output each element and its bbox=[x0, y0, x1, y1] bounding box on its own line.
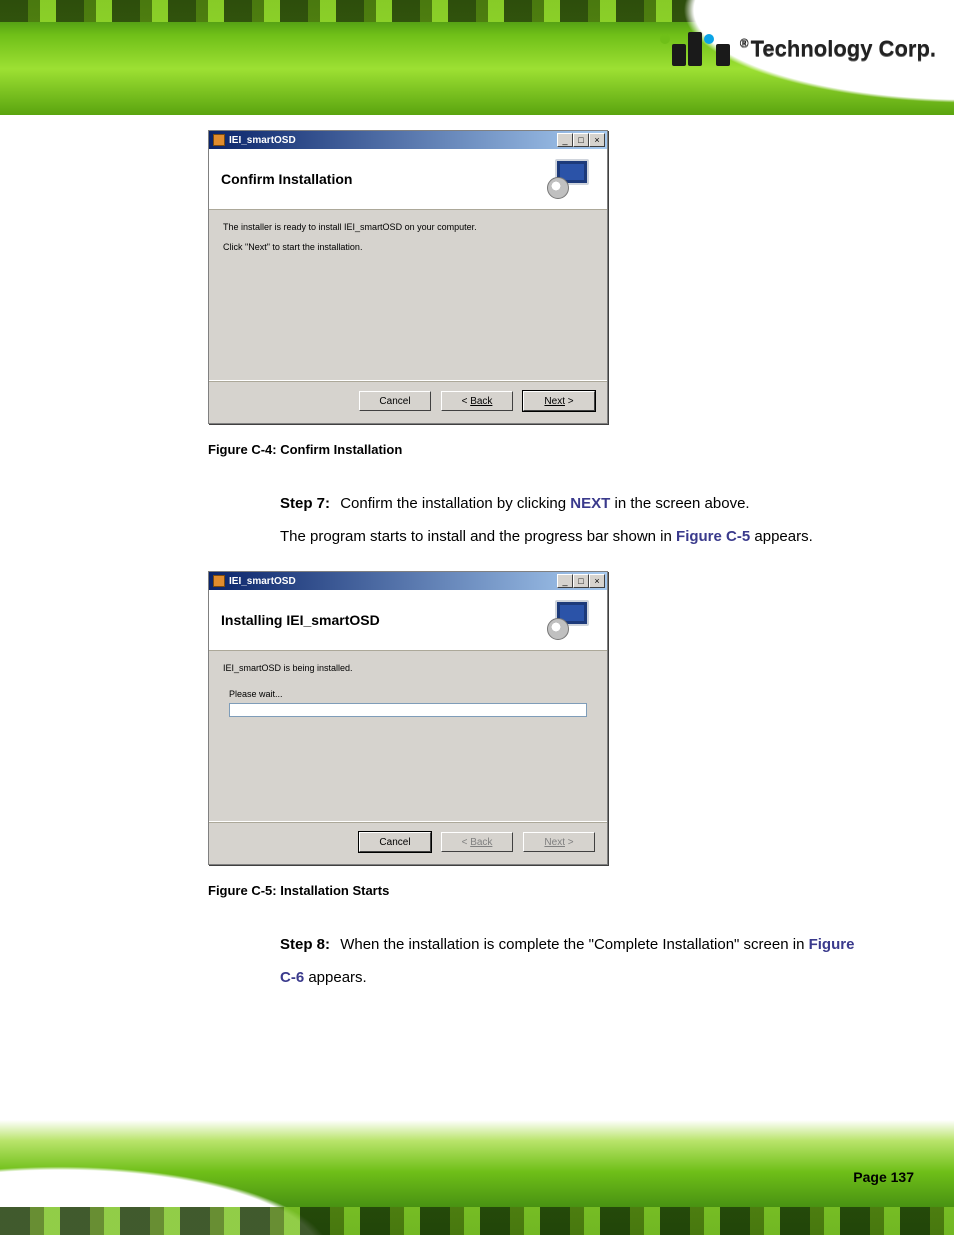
wizard-body-line1: IEI_smartOSD is being installed. bbox=[223, 663, 593, 673]
app-icon bbox=[213, 575, 225, 587]
wizard-button-row: Cancel < Back Next > bbox=[209, 380, 607, 423]
page-header-band: ®Technology Corp. bbox=[0, 0, 954, 115]
window-titlebar: IEI_smartOSD _ □ × bbox=[209, 131, 607, 149]
wizard-body-line1: The installer is ready to install IEI_sm… bbox=[223, 222, 593, 232]
step8-block: Step 8: When the installation is complet… bbox=[280, 928, 874, 994]
progress-label: Please wait... bbox=[229, 689, 587, 699]
progress-section: Please wait... bbox=[229, 689, 587, 717]
maximize-button[interactable]: □ bbox=[573, 574, 589, 588]
progress-bar bbox=[229, 703, 587, 717]
wizard-heading: Installing IEI_smartOSD bbox=[221, 612, 380, 628]
close-button[interactable]: × bbox=[589, 133, 605, 147]
wizard-body-line2: Click "Next" to start the installation. bbox=[223, 242, 593, 252]
step7-line2a: The program starts to install and the pr… bbox=[280, 528, 676, 545]
minimize-button[interactable]: _ bbox=[557, 133, 573, 147]
step7-text-2: in the screen above. bbox=[614, 495, 749, 512]
wizard-button-row: Cancel < Back Next > bbox=[209, 821, 607, 864]
step8-label: Step 8: bbox=[280, 936, 330, 953]
page-content: IEI_smartOSD _ □ × Confirm Installation … bbox=[0, 120, 954, 1115]
next-button[interactable]: Next > bbox=[523, 391, 595, 411]
figure-caption-1: Figure C-4: Confirm Installation bbox=[208, 442, 874, 457]
window-title: IEI_smartOSD bbox=[229, 135, 296, 146]
step7-text-1: Confirm the installation by clicking bbox=[340, 495, 570, 512]
step7-line2b: appears. bbox=[750, 528, 813, 545]
brand-suffix: Technology Corp. bbox=[751, 36, 936, 61]
window-title: IEI_smartOSD bbox=[229, 576, 296, 587]
brand-block: ®Technology Corp. bbox=[660, 32, 936, 66]
registered-mark: ® bbox=[740, 36, 749, 50]
back-button[interactable]: < Back bbox=[441, 391, 513, 411]
wizard-body: The installer is ready to install IEI_sm… bbox=[209, 210, 607, 380]
step8-text-2: appears. bbox=[304, 969, 367, 986]
step7-block: Step 7: Confirm the installation by clic… bbox=[280, 487, 874, 553]
next-button: Next > bbox=[523, 832, 595, 852]
figure-caption-2: Figure C-5: Installation Starts bbox=[208, 883, 874, 898]
installer-graphic-icon bbox=[547, 159, 595, 199]
app-icon bbox=[213, 134, 225, 146]
installer-window-progress: IEI_smartOSD _ □ × Installing IEI_smartO… bbox=[208, 571, 608, 865]
cancel-button[interactable]: Cancel bbox=[359, 832, 431, 852]
step7-figure-ref: Figure C-5 bbox=[676, 528, 750, 545]
wizard-header: Installing IEI_smartOSD bbox=[209, 590, 607, 651]
wizard-header: Confirm Installation bbox=[209, 149, 607, 210]
cancel-button[interactable]: Cancel bbox=[359, 391, 431, 411]
wizard-heading: Confirm Installation bbox=[221, 171, 352, 187]
back-button: < Back bbox=[441, 832, 513, 852]
step7-keyword: NEXT bbox=[570, 495, 610, 512]
footer-swoosh-graphic bbox=[0, 1120, 460, 1235]
window-titlebar: IEI_smartOSD _ □ × bbox=[209, 572, 607, 590]
minimize-button[interactable]: _ bbox=[557, 574, 573, 588]
maximize-button[interactable]: □ bbox=[573, 133, 589, 147]
step8-text-1: When the installation is complete the "C… bbox=[340, 936, 808, 953]
iei-logo-icon bbox=[660, 32, 730, 66]
installer-window-confirm: IEI_smartOSD _ □ × Confirm Installation … bbox=[208, 130, 608, 424]
page-footer-band: Page 137 bbox=[0, 1120, 954, 1235]
step7-label: Step 7: bbox=[280, 495, 330, 512]
page-number: Page 137 bbox=[853, 1169, 914, 1185]
wizard-body: IEI_smartOSD is being installed. Please … bbox=[209, 651, 607, 821]
close-button[interactable]: × bbox=[589, 574, 605, 588]
installer-graphic-icon bbox=[547, 600, 595, 640]
